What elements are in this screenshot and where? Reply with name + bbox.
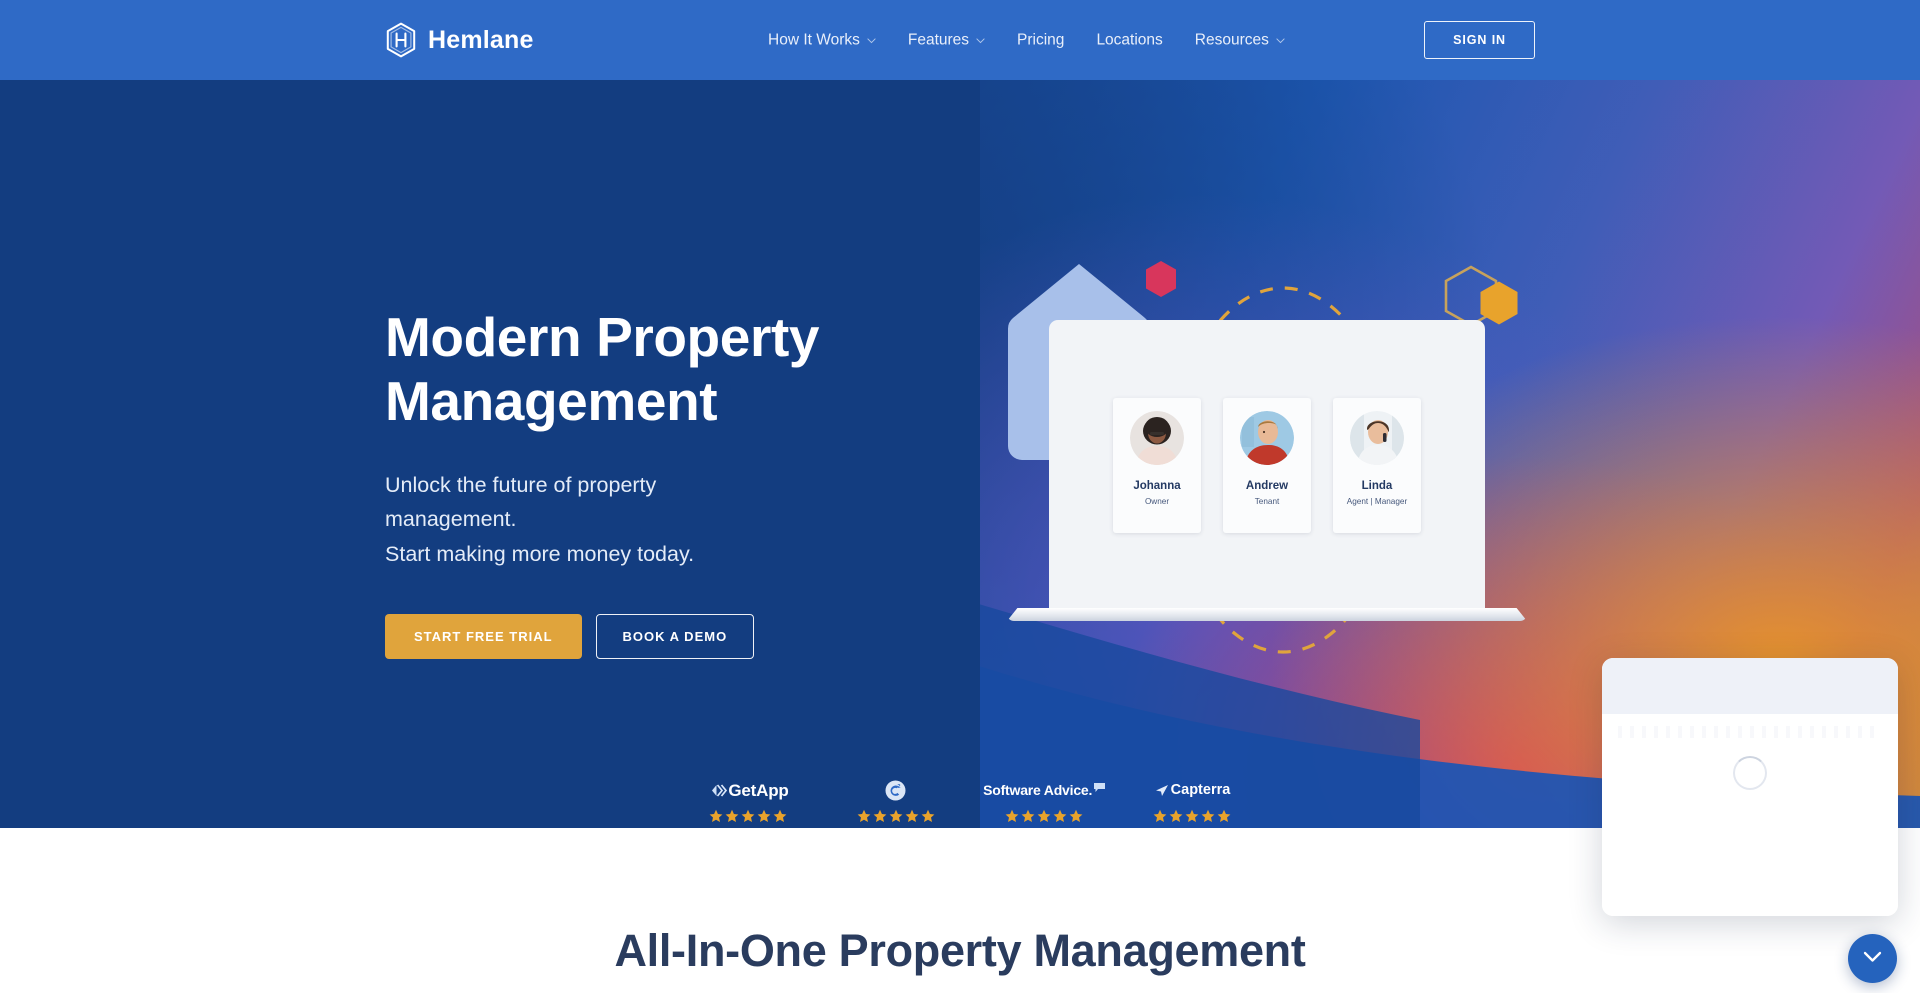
nav-item-label: How It Works bbox=[768, 31, 860, 49]
badge-label: Software Advice. bbox=[983, 782, 1093, 798]
laptop-screen: Johanna Owner Andrew Tenant Linda Agent … bbox=[1049, 320, 1485, 610]
review-badge-software-advice[interactable]: Software Advice. bbox=[977, 780, 1112, 823]
hero-subtitle-line-2: management. bbox=[385, 507, 517, 532]
avatar bbox=[1240, 410, 1294, 465]
star-icon bbox=[1053, 809, 1067, 822]
chevron-down-icon bbox=[1863, 951, 1882, 966]
chat-loading-skeleton bbox=[1618, 726, 1882, 738]
star-rating bbox=[1005, 809, 1083, 823]
laptop-base bbox=[1007, 608, 1527, 621]
star-rating bbox=[857, 809, 935, 823]
book-a-demo-button[interactable]: BOOK A DEMO bbox=[595, 614, 755, 660]
svg-text:2: 2 bbox=[898, 784, 901, 790]
persona-role: Owner bbox=[1144, 497, 1170, 506]
star-icon bbox=[1021, 809, 1035, 822]
persona-name: Linda bbox=[1361, 479, 1393, 492]
getapp-logo-icon: GetApp bbox=[706, 780, 789, 800]
nav-item-how-it-works[interactable]: How It Works bbox=[752, 24, 892, 56]
nav-item-resources[interactable]: Resources bbox=[1179, 24, 1301, 56]
loading-spinner-icon bbox=[1733, 756, 1767, 790]
primary-nav-links: How It Works Features Pricing Locations … bbox=[752, 24, 1301, 56]
chevron-down-icon bbox=[976, 35, 985, 46]
star-icon bbox=[1170, 809, 1183, 822]
persona-card: Andrew Tenant bbox=[1223, 397, 1311, 533]
hero-copy-block: Modern Property Management Unlock the fu… bbox=[385, 306, 945, 660]
star-rating bbox=[1153, 809, 1231, 823]
nav-item-label: Features bbox=[907, 31, 970, 49]
top-navigation-bar: Hemlane How It Works Features Pricing Lo… bbox=[0, 0, 1920, 80]
nav-item-pricing[interactable]: Pricing bbox=[1001, 24, 1080, 56]
star-icon bbox=[1202, 809, 1215, 822]
software-advice-logo-icon: Software Advice. bbox=[983, 780, 1106, 800]
nav-item-label: Pricing bbox=[1017, 31, 1065, 49]
brand-logo-link[interactable]: Hemlane bbox=[385, 22, 534, 58]
star-icon bbox=[905, 809, 919, 822]
star-icon bbox=[741, 809, 754, 822]
hexagon-h-logo-icon bbox=[385, 22, 417, 58]
star-icon bbox=[725, 809, 738, 822]
persona-role: Tenant bbox=[1254, 497, 1280, 506]
star-icon bbox=[757, 809, 770, 822]
hero-title-line-2: Management bbox=[385, 369, 718, 432]
chat-widget-body bbox=[1602, 714, 1898, 916]
g2-logo-icon: 2 bbox=[885, 780, 906, 800]
persona-name: Johanna bbox=[1133, 479, 1181, 492]
nav-item-locations[interactable]: Locations bbox=[1080, 24, 1178, 56]
star-icon bbox=[1037, 809, 1051, 822]
chat-widget-header bbox=[1602, 658, 1898, 714]
persona-role: Agent | Manager bbox=[1346, 497, 1408, 506]
nav-item-features[interactable]: Features bbox=[892, 24, 1001, 56]
star-icon bbox=[1005, 809, 1019, 822]
start-free-trial-button[interactable]: START FREE TRIAL bbox=[385, 614, 582, 660]
review-badge-getapp[interactable]: GetApp bbox=[680, 780, 815, 823]
chat-toggle-button[interactable] bbox=[1848, 934, 1897, 983]
hero-cta-group: START FREE TRIAL BOOK A DEMO bbox=[385, 614, 945, 660]
star-icon bbox=[1154, 809, 1167, 822]
star-icon bbox=[1218, 809, 1231, 822]
page-title: Modern Property Management bbox=[385, 306, 945, 434]
persona-card-row: Johanna Owner Andrew Tenant Linda Agent … bbox=[1049, 320, 1485, 610]
star-rating bbox=[709, 809, 787, 823]
section-title: All-In-One Property Management bbox=[614, 925, 1306, 976]
star-icon bbox=[889, 809, 903, 822]
review-badge-capterra[interactable]: Capterra bbox=[1125, 780, 1260, 823]
chat-widget-panel[interactable] bbox=[1602, 658, 1898, 916]
review-badges-row: GetApp 2 Software Advice. Capterra bbox=[680, 780, 1260, 828]
avatar bbox=[1350, 410, 1404, 465]
avatar bbox=[1130, 410, 1184, 465]
nav-item-label: Resources bbox=[1194, 31, 1269, 49]
star-icon bbox=[709, 809, 722, 822]
chevron-down-icon bbox=[1276, 35, 1285, 46]
badge-label: Capterra bbox=[1170, 781, 1231, 798]
nav-item-label: Locations bbox=[1096, 31, 1163, 49]
hero-title-line-1: Modern Property bbox=[385, 306, 820, 368]
star-icon bbox=[873, 809, 887, 822]
capterra-logo-icon: Capterra bbox=[1155, 780, 1231, 800]
hero-subtitle-line-3: Start making more money today. bbox=[385, 542, 695, 567]
badge-label: GetApp bbox=[728, 780, 789, 800]
brand-name: Hemlane bbox=[428, 25, 534, 54]
persona-card: Linda Agent | Manager bbox=[1333, 397, 1421, 533]
hero-subtitle: Unlock the future of property management… bbox=[385, 468, 715, 572]
star-icon bbox=[921, 809, 935, 822]
star-icon bbox=[857, 809, 871, 822]
laptop-illustration: Johanna Owner Andrew Tenant Linda Agent … bbox=[1007, 320, 1527, 625]
persona-card: Johanna Owner bbox=[1113, 397, 1201, 533]
star-icon bbox=[1186, 809, 1199, 822]
chevron-down-icon bbox=[867, 35, 876, 46]
star-icon bbox=[1069, 809, 1083, 822]
star-icon bbox=[773, 809, 786, 822]
hero-subtitle-line-1: Unlock the future of property bbox=[385, 472, 657, 497]
persona-name: Andrew bbox=[1245, 479, 1289, 492]
sign-in-button[interactable]: SIGN IN bbox=[1424, 21, 1535, 59]
review-badge-g2[interactable]: 2 bbox=[828, 780, 963, 823]
